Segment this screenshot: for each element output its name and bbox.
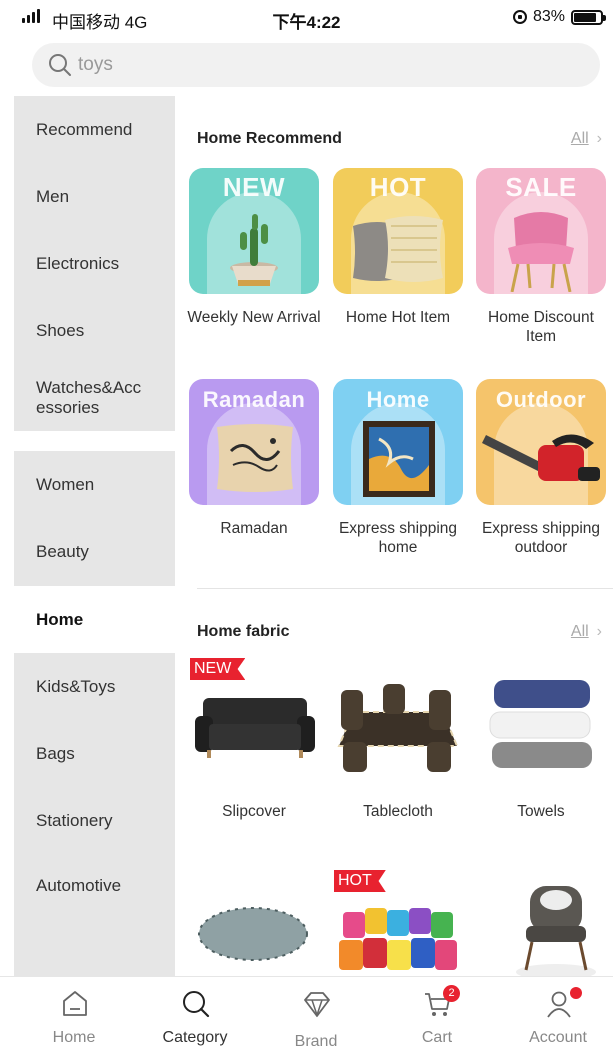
- nav-category[interactable]: Category: [145, 977, 245, 1046]
- tile-ramadan[interactable]: Ramadan: [189, 379, 319, 505]
- nav-cart[interactable]: 2 Cart: [387, 977, 487, 1046]
- product-tablecloth[interactable]: [333, 662, 463, 772]
- sidebar-item-men[interactable]: Men: [14, 163, 175, 230]
- tile-express-outdoor[interactable]: Outdoor: [476, 379, 606, 505]
- battery-percent: 83%: [532, 8, 565, 25]
- tile-weekly-new[interactable]: NEW: [189, 168, 319, 294]
- nav-label: Home: [52, 1029, 96, 1046]
- pink-chair-image: [508, 212, 574, 292]
- nav-brand[interactable]: Brand: [266, 977, 366, 1046]
- new-tag: NEW: [190, 658, 246, 680]
- home-icon: [63, 991, 87, 1016]
- tile-caption: Home Discount Item: [488, 309, 594, 345]
- cushions-image: [339, 908, 457, 970]
- product-armchair[interactable]: [476, 874, 606, 976]
- see-all-link[interactable]: All ›: [571, 623, 602, 641]
- tile-badge: NEW: [222, 172, 286, 202]
- product-towels[interactable]: [476, 662, 606, 772]
- hot-tag: HOT: [334, 870, 386, 892]
- battery-status: 83%: [512, 8, 606, 26]
- product-caption: Slipcover: [222, 803, 286, 820]
- status-bar: 中国移动 4G 下午4:22 83%: [0, 0, 613, 40]
- notification-dot: [570, 987, 582, 999]
- cart-count-badge: 2: [443, 985, 460, 1002]
- tile-badge: HOT: [369, 172, 427, 202]
- sidebar-item-women[interactable]: Women: [14, 451, 175, 518]
- sidebar-item-kids-toys[interactable]: Kids&Toys: [14, 653, 175, 720]
- tile-caption: Home Hot Item: [345, 309, 451, 326]
- product-slipcover[interactable]: NEW: [189, 658, 319, 772]
- search-input[interactable]: [78, 54, 478, 76]
- table-set-image: [337, 684, 459, 772]
- category-content: Home Recommend All › NEW Weekly New Arriv…: [175, 96, 613, 976]
- home-fabric-header: Home fabric All ›: [197, 623, 602, 647]
- chainsaw-image: [482, 434, 600, 481]
- nav-label: Brand: [294, 1033, 338, 1046]
- diamond-icon: [304, 992, 330, 1018]
- product-caption: Tablecloth: [363, 803, 433, 820]
- tile-caption: Express shipping home: [338, 520, 458, 556]
- sidebar-item-electronics[interactable]: Electronics: [14, 230, 175, 297]
- nav-home[interactable]: Home: [24, 977, 124, 1046]
- section-title: Home fabric: [197, 623, 290, 640]
- section-divider: [197, 588, 613, 589]
- sidebar-item-bags[interactable]: Bags: [14, 720, 175, 787]
- sofa-image: [195, 698, 315, 758]
- chevron-right-icon: ›: [596, 623, 602, 640]
- bottom-nav: Home Category Brand 2 Cart Account: [0, 976, 613, 1046]
- ramadan-pillow-image: [217, 424, 293, 492]
- search-bar[interactable]: [32, 43, 600, 87]
- sidebar-item-stationery[interactable]: Stationery: [14, 787, 175, 854]
- product-round-cushion[interactable]: [189, 874, 319, 976]
- home-recommend-header: Home Recommend All ›: [197, 130, 602, 154]
- round-cushion-image: [198, 907, 308, 961]
- tile-badge: Home: [366, 387, 430, 412]
- tile-home-discount[interactable]: SALE: [476, 168, 606, 294]
- sidebar-item-home[interactable]: Home: [14, 586, 175, 653]
- section-title: Home Recommend: [197, 130, 342, 147]
- tile-home-hot[interactable]: HOT: [333, 168, 463, 294]
- tile-badge: Ramadan: [202, 387, 306, 412]
- see-all-link[interactable]: All ›: [571, 130, 602, 148]
- product-caption: Towels: [517, 803, 565, 820]
- towels-image: [489, 680, 592, 768]
- tile-express-home[interactable]: Home: [333, 379, 463, 505]
- sidebar-item-recommend[interactable]: Recommend: [14, 96, 175, 163]
- tile-badge: Outdoor: [495, 387, 587, 412]
- sidebar-item-shoes[interactable]: Shoes: [14, 297, 175, 364]
- nav-label: Cart: [421, 1029, 453, 1046]
- pillows-image: [353, 216, 443, 282]
- tile-badge: SALE: [505, 172, 577, 202]
- sidebar-item-automotive[interactable]: Automotive: [14, 854, 175, 976]
- armchair-image: [516, 886, 596, 976]
- category-sidebar: Recommend Men Electronics Shoes Watches&…: [14, 96, 175, 976]
- battery-icon: [571, 9, 606, 25]
- nav-label: Account: [529, 1029, 587, 1046]
- nav-label: Category: [162, 1029, 228, 1046]
- nav-account[interactable]: Account: [508, 977, 608, 1046]
- rotation-lock-icon: [512, 10, 527, 24]
- sidebar-item-beauty[interactable]: Beauty: [14, 518, 175, 586]
- search-icon: [49, 54, 71, 76]
- chevron-right-icon: ›: [596, 130, 602, 147]
- cactus-plant-image: [230, 214, 278, 286]
- framed-painting-image: [363, 421, 435, 497]
- tile-caption: Express shipping outdoor: [481, 520, 601, 556]
- product-cushions[interactable]: HOT: [333, 870, 463, 976]
- sidebar-item-watches-accessories[interactable]: Watches&Acc essories: [14, 364, 175, 431]
- tile-caption: Weekly New Arrival: [187, 309, 321, 326]
- tile-caption: Ramadan: [220, 520, 288, 537]
- search-icon: [183, 991, 210, 1018]
